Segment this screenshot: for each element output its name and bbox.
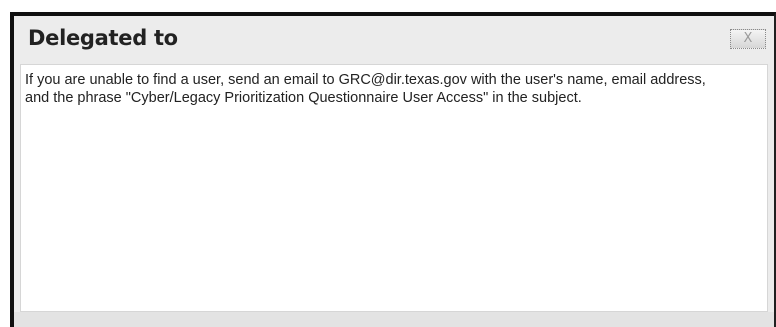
close-button[interactable]: X <box>730 29 766 49</box>
dialog-title: Delegated to <box>28 26 178 50</box>
delegated-to-dialog: Delegated to X If you are unable to find… <box>10 12 776 327</box>
dialog-message: If you are unable to find a user, send a… <box>25 72 706 106</box>
dialog-body: If you are unable to find a user, send a… <box>20 64 768 312</box>
dialog-header: Delegated to X <box>14 16 774 64</box>
dialog-footer <box>14 312 774 327</box>
